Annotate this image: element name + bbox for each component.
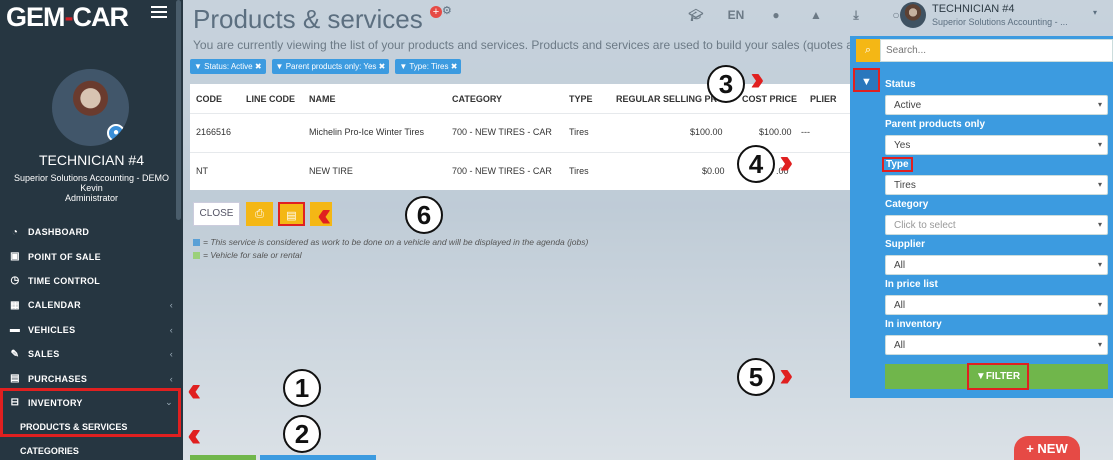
filter-select-parent[interactable]: Yes [885, 135, 1108, 155]
download-icon[interactable]: ⤓ [836, 8, 876, 23]
user-name: TECHNICIAN #4 [38, 152, 145, 168]
chevron-left-icon: ‹ [169, 349, 173, 360]
callout-4: 4 [737, 145, 775, 183]
chat-icon[interactable]: ● [756, 8, 796, 23]
filter-select-status[interactable]: Active [885, 95, 1108, 115]
nav-item-dashboard[interactable]: ◔ DASHBOARD [0, 220, 183, 244]
callout-2: 2 [283, 415, 321, 453]
filter-select-supplier[interactable]: All [885, 255, 1108, 275]
export-button[interactable]: ▤ [278, 202, 305, 226]
column-header-cost[interactable]: COST PRICE [742, 94, 797, 104]
chevron-left-icon: ‹ [169, 324, 173, 335]
column-header-category[interactable]: CATEGORY [452, 94, 502, 104]
active-filters: ▼ Status: Active ✖ ▼ Parent products onl… [190, 59, 462, 74]
table-row[interactable]: 2166516 Michelin Pro-Ice Winter Tires 70… [190, 113, 880, 151]
column-header-line-code[interactable]: LINE CODE [246, 94, 295, 104]
avatar[interactable]: ● [52, 69, 129, 146]
purchases-icon: ▤ [10, 373, 20, 385]
top-toolbar: 🎓︎ EN ● ▲ ⤓ ○ [676, 8, 916, 23]
filter-select-inventory[interactable]: All [885, 335, 1108, 355]
bottom-tab-green[interactable] [190, 455, 256, 460]
legend-swatch [193, 239, 200, 247]
dashboard-icon: ◔ [11, 226, 19, 238]
close-button[interactable]: CLOSE [193, 202, 240, 226]
filter-label-type: Type [882, 157, 913, 172]
filter-chip-status[interactable]: ▼ Status: Active ✖ [190, 59, 266, 74]
callout-3: 3 [707, 65, 745, 103]
filter-apply-button[interactable]: ▼FILTER [967, 363, 1029, 390]
bottom-tab-blue[interactable] [260, 455, 376, 460]
menu-toggle-icon[interactable] [151, 6, 167, 18]
bell-icon[interactable]: ▲ [796, 8, 836, 23]
table-row[interactable]: NT NEW TIRE 700 - NEW TIRES - CAR Tires … [190, 152, 880, 190]
column-header-supplier[interactable]: PLIER [810, 94, 837, 104]
annotation-highlight-inventory [0, 388, 181, 437]
nav-item-sales[interactable]: ✎ SALES ‹ [0, 342, 183, 366]
legend-vehicle: = Vehicle for sale or rental [193, 250, 302, 260]
filter-toggle-icon[interactable]: ▼ [853, 68, 880, 92]
column-header-code[interactable]: CODE [196, 94, 222, 104]
car-icon: ▬ [9, 324, 21, 336]
chevron-left-icon: ‹ [169, 300, 173, 311]
page-description: You are currently viewing the list of yo… [193, 38, 853, 52]
edit-icon: ✎ [10, 348, 20, 360]
filter-label-status: Status [885, 79, 916, 90]
search-input[interactable] [880, 39, 1113, 62]
filter-label-parent: Parent products only [885, 119, 986, 130]
filter-select-category[interactable]: Click to select [885, 215, 1108, 235]
print-icon: ⎙ [255, 208, 264, 220]
nav-item-time-control[interactable]: ◷ TIME CONTROL [0, 269, 183, 293]
nav-item-categories[interactable]: CATEGORIES [0, 439, 183, 460]
nav-item-vehicles[interactable]: ▬ VEHICLES ‹ [0, 318, 183, 342]
callout-6: 6 [405, 196, 443, 234]
callout-1: 1 [283, 369, 321, 407]
user-menu[interactable]: TECHNICIAN #4 Superior Solutions Account… [900, 0, 1113, 30]
filter-select-price-list[interactable]: All [885, 295, 1108, 315]
user-avatar [900, 2, 926, 28]
products-table: CODE LINE CODE NAME CATEGORY TYPE REGULA… [190, 84, 880, 190]
chevron-left-icon: ‹ [169, 373, 173, 384]
filter-label-category: Category [885, 199, 929, 210]
calendar-icon: ▦ [10, 299, 20, 311]
filter-chip-type[interactable]: ▼ Type: Tires ✖ [395, 59, 462, 74]
filter-label-inventory: In inventory [885, 319, 942, 330]
column-header-type[interactable]: TYPE [569, 94, 593, 104]
add-icon[interactable]: + [429, 6, 442, 18]
new-button[interactable]: + NEW [1014, 436, 1080, 460]
page-title: Products & services + ⚙ [193, 4, 452, 34]
column-header-name[interactable]: NAME [309, 94, 336, 104]
filter-label-supplier: Supplier [885, 239, 926, 250]
search-icon[interactable]: ⌕ [856, 39, 880, 62]
callout-5: 5 [737, 358, 775, 396]
settings-icon[interactable]: ⚙ [442, 5, 452, 17]
column-header-price[interactable]: REGULAR SELLING PR [616, 94, 717, 104]
user-badge-icon: ● [107, 124, 125, 142]
graduation-cap-icon[interactable]: 🎓︎ [676, 8, 716, 23]
clock-icon: ◷ [10, 275, 20, 287]
nav-item-point-of-sale[interactable]: ▣ POINT OF SALE [0, 244, 183, 268]
filter-chip-parent[interactable]: ▼ Parent products only: Yes ✖ [271, 59, 390, 74]
filter-select-type[interactable]: Tires [885, 175, 1108, 195]
export-file-icon: ▤ [286, 210, 297, 222]
chevron-down-icon: ▾ [1093, 8, 1098, 17]
nav-item-calendar[interactable]: ▦ CALENDAR ‹ [0, 293, 183, 317]
legend-swatch [193, 252, 200, 260]
filter-label-price-list: In price list [885, 279, 938, 290]
more-actions-button[interactable] [310, 202, 332, 226]
point-of-sale-icon: ▣ [10, 251, 20, 263]
language-selector[interactable]: EN [716, 8, 756, 23]
print-button[interactable]: ⎙ [246, 202, 273, 226]
legend-work: = This service is considered as work to … [193, 237, 588, 247]
user-company: Superior Solutions Accounting - DEMO Kevi… [13, 173, 170, 203]
app-logo[interactable]: GEM-CAR [6, 2, 129, 33]
